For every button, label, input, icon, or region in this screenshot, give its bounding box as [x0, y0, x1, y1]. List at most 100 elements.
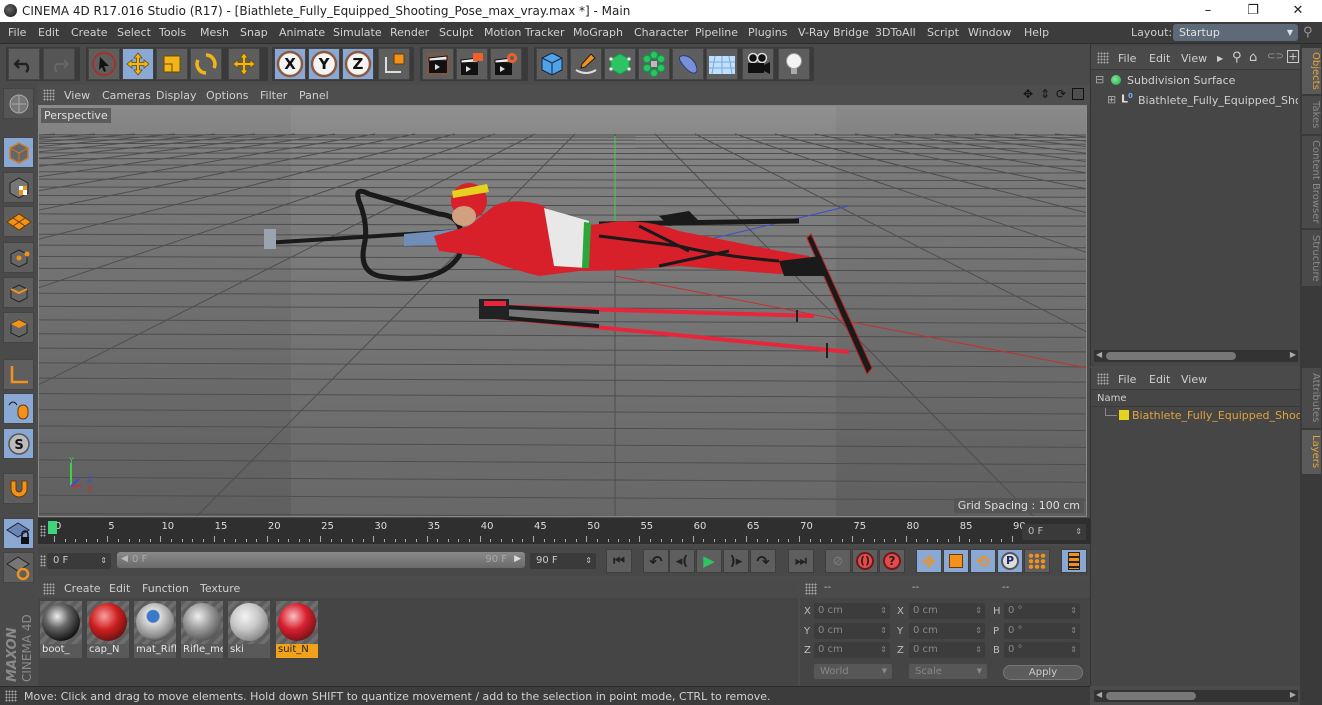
home-icon[interactable]: ⌂: [1249, 50, 1257, 65]
menu-window[interactable]: Window: [968, 26, 1011, 39]
tab-objects[interactable]: Objects: [1302, 48, 1321, 94]
menu-motion-tracker[interactable]: Motion Tracker: [484, 26, 564, 39]
range-left-arrow-icon[interactable]: ◀: [121, 554, 128, 564]
spinner-icon[interactable]: ⇕: [100, 553, 107, 569]
menu-create[interactable]: Create: [71, 26, 108, 39]
drag-handle-icon[interactable]: [5, 690, 17, 702]
material-menu-create[interactable]: Create: [64, 582, 101, 595]
array-button[interactable]: [638, 48, 670, 80]
key-rotation-button[interactable]: ⟲: [970, 549, 996, 573]
current-frame-field[interactable]: 0 F ⇕: [1022, 524, 1086, 540]
maximize-view-icon[interactable]: [1072, 88, 1084, 100]
scroll-right-icon[interactable]: ▶: [1290, 350, 1296, 359]
coordinate-system-button[interactable]: [378, 48, 410, 80]
previous-key-button[interactable]: ↶: [643, 549, 669, 573]
undo-button[interactable]: [8, 48, 40, 80]
menu-mograph[interactable]: MoGraph: [573, 26, 623, 39]
objects-horizontal-scrollbar[interactable]: ◀ ▶: [1094, 350, 1298, 362]
record-active-objects-button[interactable]: ⊘: [825, 549, 851, 573]
search-icon[interactable]: ⚲: [1303, 25, 1317, 40]
snap-button[interactable]: [3, 473, 34, 504]
apply-button[interactable]: Apply: [1003, 665, 1083, 680]
menu-sculpt[interactable]: Sculpt: [439, 26, 473, 39]
model-mode-button[interactable]: [3, 137, 34, 168]
pan-view-icon[interactable]: ✥: [1023, 87, 1033, 101]
layers-horizontal-scrollbar[interactable]: ◀ ▶: [1094, 690, 1298, 702]
rot-p-field[interactable]: 0 ° ⇕: [1004, 623, 1080, 639]
menu-snap[interactable]: Snap: [240, 26, 268, 39]
make-editable-button[interactable]: [3, 88, 34, 119]
go-to-end-button[interactable]: ⏭: [788, 549, 814, 573]
viewport-menu-display[interactable]: Display: [156, 89, 197, 102]
play-button[interactable]: ▶: [696, 549, 722, 573]
workplane-mode-select-button[interactable]: [3, 552, 34, 583]
rotate-tool-button[interactable]: [190, 48, 222, 80]
menu-vray-bridge[interactable]: V-Ray Bridge: [798, 26, 869, 39]
spinner-icon[interactable]: ⇕: [1070, 603, 1077, 619]
tab-attributes[interactable]: Attributes: [1302, 368, 1321, 428]
subdivision-surface-button[interactable]: [604, 48, 636, 80]
scrollbar-thumb[interactable]: [1106, 692, 1196, 700]
spinner-icon[interactable]: ⇕: [880, 623, 887, 639]
redo-button[interactable]: [43, 48, 75, 80]
more-menu-arrow-icon[interactable]: ▶: [1217, 54, 1223, 63]
material-swatch[interactable]: Rifle_me: [181, 601, 223, 658]
edges-mode-button[interactable]: [3, 277, 34, 308]
texture-mode-button[interactable]: [3, 172, 34, 203]
tree-collapse-icon[interactable]: ⊟: [1095, 73, 1104, 86]
viewport-menu-options[interactable]: Options: [206, 89, 248, 102]
autokeying-button[interactable]: (): [852, 549, 878, 573]
drag-handle-icon[interactable]: [1097, 52, 1109, 64]
frame-range-slider[interactable]: ◀ 0 F 90 F ▶: [117, 552, 525, 568]
move-tool-button[interactable]: [122, 48, 154, 80]
pos-x-field[interactable]: 0 cm ⇕: [814, 603, 890, 619]
live-selection-button[interactable]: [88, 48, 120, 80]
menu-pipeline[interactable]: Pipeline: [695, 26, 738, 39]
rot-h-field[interactable]: 0 ° ⇕: [1004, 603, 1080, 619]
keyframe-selection-button[interactable]: ?: [879, 549, 905, 573]
playhead[interactable]: [48, 521, 57, 534]
layer-color-swatch[interactable]: [1119, 410, 1129, 420]
objects-menu-edit[interactable]: Edit: [1149, 52, 1170, 65]
scroll-left-icon[interactable]: ◀: [1096, 690, 1102, 699]
material-swatch[interactable]: ski: [228, 601, 270, 658]
material-swatch[interactable]: mat_Rifl: [134, 601, 176, 658]
material-swatch[interactable]: cap_N: [87, 601, 129, 658]
camera-button[interactable]: [742, 48, 774, 80]
layers-menu-edit[interactable]: Edit: [1149, 373, 1170, 386]
menu-render[interactable]: Render: [390, 26, 429, 39]
go-to-start-button[interactable]: ⏮: [606, 549, 632, 573]
drag-handle-icon[interactable]: [43, 583, 55, 595]
render-view-button[interactable]: [422, 48, 454, 80]
spinner-icon[interactable]: ⇕: [880, 642, 887, 658]
size-z-field[interactable]: 0 cm ⇕: [909, 642, 985, 658]
y-axis-lock-button[interactable]: Y: [308, 48, 340, 80]
layer-biathlete[interactable]: Biathlete_Fully_Equipped_Shootir: [1132, 409, 1300, 422]
solo-button[interactable]: S: [3, 428, 34, 459]
key-position-button[interactable]: ✥: [916, 549, 942, 573]
camera-label[interactable]: Perspective: [41, 108, 111, 123]
menu-script[interactable]: Script: [927, 26, 959, 39]
spinner-icon[interactable]: ⇕: [975, 603, 982, 619]
z-axis-lock-button[interactable]: Z: [342, 48, 374, 80]
last-tool-button[interactable]: [228, 48, 260, 80]
layout-select[interactable]: Startup ▼: [1173, 24, 1298, 41]
workplane-mode-button[interactable]: [3, 206, 34, 237]
drag-handle-icon[interactable]: [40, 525, 46, 537]
range-right-arrow-icon[interactable]: ▶: [514, 554, 521, 564]
search-icon[interactable]: ⚲: [1232, 50, 1242, 65]
material-swatch-selected[interactable]: suit_N: [276, 601, 318, 658]
menu-edit[interactable]: Edit: [38, 26, 59, 39]
spinner-icon[interactable]: ⇕: [975, 642, 982, 658]
viewport-menu-cameras[interactable]: Cameras: [102, 89, 151, 102]
3d-viewport[interactable]: Y Z X Perspective Grid Spacing : 100 cm: [38, 105, 1087, 517]
menu-mesh[interactable]: Mesh: [200, 26, 229, 39]
render-settings-button[interactable]: [490, 48, 522, 80]
deformer-button[interactable]: [672, 48, 704, 80]
render-to-picture-viewer-button[interactable]: [456, 48, 488, 80]
drag-handle-icon[interactable]: [40, 555, 46, 567]
spinner-icon[interactable]: ⇕: [1075, 524, 1082, 540]
drag-handle-icon[interactable]: [805, 583, 817, 595]
name-column-label[interactable]: Name: [1097, 393, 1127, 404]
next-frame-button[interactable]: )▸: [723, 549, 749, 573]
